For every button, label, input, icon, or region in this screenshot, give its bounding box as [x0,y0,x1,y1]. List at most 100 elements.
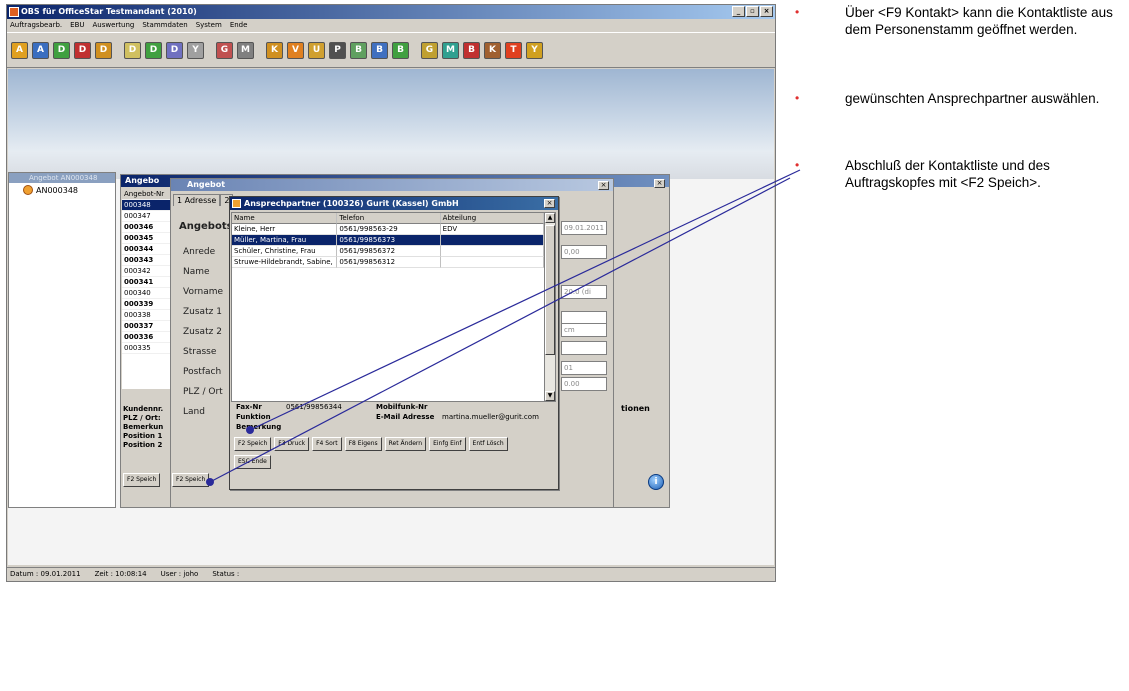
contact-action-button[interactable]: F8 Eigens [344,437,382,451]
list-item[interactable]: 000342 [122,266,172,277]
info-button[interactable]: i [648,474,664,490]
column-header-name[interactable]: Name [232,213,338,224]
toolbar-icon[interactable]: B [392,41,409,59]
close-icon[interactable]: × [544,199,555,208]
menu-item-ebu[interactable]: EBU [70,19,84,31]
table-row[interactable]: Müller, Martina, Frau 0561/99856373 [232,235,545,246]
list-item[interactable]: 000345 [122,233,172,244]
menu-item-auswertung[interactable]: Auswertung [93,19,135,31]
list-item[interactable]: 000341 [122,277,172,288]
toolbar-icon[interactable]: V [287,41,304,59]
positions-label: tionen [621,404,650,413]
table-row[interactable]: Kleine, Herr 0561/998563-29 EDV [232,224,545,235]
right-field[interactable] [561,341,607,355]
right-field[interactable]: 0.00 [561,377,607,391]
list-item[interactable]: 000343 [122,255,172,266]
toolbar-icon[interactable]: Y [187,41,204,59]
list-item[interactable]: 000339 [122,299,172,310]
contact-action-button[interactable]: F2 Speich [234,437,272,451]
contact-action-button[interactable]: Einfg Einf [429,437,466,451]
toolbar-icon[interactable]: P [329,41,346,59]
form-label: Postfach [183,367,222,377]
info-label: PLZ / Ort: [123,414,161,422]
toolbar-icon[interactable]: A [11,41,28,59]
table-row[interactable]: Struwe-Hildebrandt, Sabine, 0561/99856312 [232,257,545,268]
tab-adresse[interactable]: 1 Adresse [173,194,221,206]
toolbar-icon[interactable]: D [53,41,70,59]
list-item[interactable]: 000344 [122,244,172,255]
menu-item-auftragsbearb[interactable]: Auftragsbearb. [10,19,62,31]
toolbar-icon[interactable]: B [463,41,480,59]
save-button-list[interactable]: F2 Speich [123,473,161,487]
scroll-up-icon[interactable]: ▲ [545,213,555,223]
right-field[interactable]: 09.01.2011 [561,221,607,235]
contact-dialog-titlebar: Ansprechpartner (100326) Gurit (Kassel) … [230,197,558,210]
column-header-telefon[interactable]: Telefon [337,213,441,224]
table-row[interactable]: Schüler, Christine, Frau 0561/99856372 [232,246,545,257]
close-button[interactable]: × [760,6,773,17]
toolbar-icon[interactable]: B [371,41,388,59]
cell-abteilung [440,246,545,257]
esc-end-button[interactable]: ESC Ende [234,455,271,469]
toolbar-icon[interactable]: K [266,41,283,59]
instruction-text: Über <F9 Kontakt> kann die Kontaktliste … [845,5,1113,37]
toolbar-icon[interactable]: K [484,41,501,59]
toolbar-icon[interactable]: B [350,41,367,59]
scrollbar[interactable]: ▲ ▼ [544,212,556,402]
toolbar-icon[interactable]: A [32,41,49,59]
toolbar-icon[interactable]: D [145,41,162,59]
contact-table: Name Telefon Abteilung Kleine, Herr 0561/… [231,212,545,402]
form-labels: Angebots Anrede Name Vorname Zusatz 1 Zusatz… [173,209,233,469]
list-item[interactable]: 000346 [122,222,172,233]
email-value: martina.mueller@gurit.com [442,413,539,421]
list-item[interactable]: 000338 [122,310,172,321]
status-text: Status : [212,570,240,578]
list-item[interactable]: 000337 [122,321,172,332]
scroll-down-icon[interactable]: ▼ [545,391,555,401]
menu-item-ende[interactable]: Ende [230,19,248,31]
cell-telefon: 0561/998563-29 [337,224,441,235]
toolbar-icon[interactable]: G [216,41,233,59]
form-label: Strasse [183,347,217,357]
menu-item-stammdaten[interactable]: Stammdaten [142,19,187,31]
toolbar-icon[interactable]: D [124,41,141,59]
contact-action-button[interactable]: F4 Sort [312,437,342,451]
list-item[interactable]: 000335 [122,343,172,354]
contact-action-button[interactable]: Entf Lösch [468,437,508,451]
scroll-thumb[interactable] [545,225,555,355]
close-icon[interactable]: × [598,181,609,190]
toolbar-icon[interactable]: G [421,41,438,59]
toolbar-icon[interactable]: T [505,41,522,59]
info-label: Position 1 [123,432,163,440]
toolbar-icon[interactable]: Y [526,41,543,59]
form-label: Zusatz 2 [183,327,222,337]
toolbar-icon[interactable]: D [95,41,112,59]
cell-telefon: 0561/99856372 [337,246,441,257]
maximize-button[interactable]: ▫ [746,6,759,17]
bullet-icon: • [795,91,800,105]
right-field[interactable]: cm [561,323,607,337]
form-label: Vorname [183,287,224,297]
close-icon[interactable]: × [654,179,665,188]
list-item[interactable]: 000336 [122,332,172,343]
tree-node[interactable]: AN000348 [23,185,78,195]
right-field[interactable]: 20.0 (di [561,285,607,299]
toolbar-icon[interactable]: M [442,41,459,59]
toolbar-icon[interactable]: D [166,41,183,59]
contact-action-button[interactable]: Ret Ändern [384,437,427,451]
toolbar-icon[interactable]: M [237,41,254,59]
column-header-abteilung[interactable]: Abteilung [440,213,545,224]
form-label: Name [183,267,210,277]
toolbar-icon[interactable]: U [308,41,325,59]
list-item[interactable]: 000347 [122,211,172,222]
minimize-button[interactable]: _ [732,6,745,17]
toolbar-icon[interactable]: D [74,41,91,59]
right-field[interactable]: 01 [561,361,607,375]
menu-bar: Auftragsbearb. EBU Auswertung Stammdaten… [7,19,775,31]
list-item[interactable]: 000348 [122,200,172,211]
menu-item-system[interactable]: System [196,19,222,31]
right-field[interactable]: 0,00 [561,245,607,259]
save-button-angebot[interactable]: F2 Speich [172,473,210,487]
list-item[interactable]: 000340 [122,288,172,299]
contact-action-button[interactable]: F3 Druck [274,437,310,451]
